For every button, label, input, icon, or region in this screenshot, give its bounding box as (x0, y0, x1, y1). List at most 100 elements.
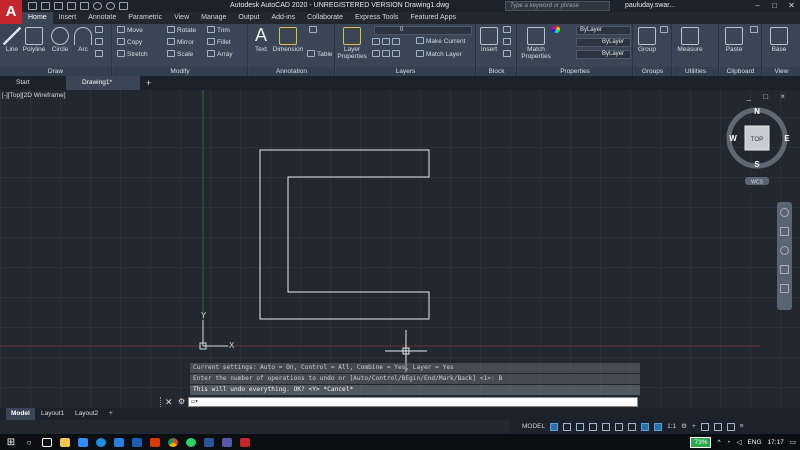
new-tab-button[interactable]: + (140, 76, 151, 90)
fillet-tool[interactable]: Fillet (207, 38, 231, 48)
clock[interactable]: 17:17 (768, 439, 784, 446)
edit-block-tool[interactable] (503, 38, 513, 48)
search-input[interactable]: Type a keyword or phrase (505, 1, 610, 11)
language-indicator[interactable]: ENG (747, 439, 761, 446)
add-layout-button[interactable]: + (104, 408, 118, 420)
object-snap-icon[interactable] (628, 423, 637, 431)
chrome-icon[interactable] (166, 435, 180, 449)
tab-addins[interactable]: Add-ins (265, 12, 301, 24)
customize-command-icon[interactable]: ⚙ (178, 396, 185, 408)
add-icon[interactable]: + (692, 420, 696, 434)
file-tab-drawing1[interactable]: Drawing1* (66, 76, 140, 90)
compass-e[interactable]: E (784, 134, 790, 143)
close-icon[interactable]: ✕ (783, 0, 800, 12)
layer-dropdown[interactable]: 0 (374, 26, 472, 35)
zoom-icon[interactable] (780, 246, 789, 255)
user-account[interactable]: pauluday.swar... (625, 0, 675, 12)
view-panel-title[interactable]: View (763, 67, 800, 76)
ortho-icon[interactable] (576, 423, 585, 431)
wifi-icon[interactable]: ◔ (727, 439, 731, 446)
snap-icon[interactable] (563, 423, 572, 431)
object-snap-tracking-icon[interactable] (615, 423, 624, 431)
open-file-icon[interactable] (41, 2, 50, 10)
group-button[interactable]: Group (636, 24, 658, 54)
layout-tab-model[interactable]: Model (6, 408, 35, 420)
dimension-button[interactable]: Dimension (271, 24, 305, 54)
task-view-icon[interactable] (40, 435, 54, 449)
layer-tools-2[interactable] (372, 50, 402, 60)
drawing-canvas[interactable]: Y X (0, 90, 800, 408)
arc-button[interactable]: Arc (74, 24, 92, 54)
modify-panel-title[interactable]: Modify (113, 67, 247, 76)
base-button[interactable]: Base (767, 24, 791, 54)
tab-output[interactable]: Output (232, 12, 265, 24)
battery-indicator[interactable]: 73% (690, 436, 712, 448)
tab-insert[interactable]: Insert (53, 12, 83, 24)
notification-icon[interactable]: ▭ (790, 438, 796, 446)
compass-w[interactable]: W (729, 134, 737, 143)
rotate-tool[interactable]: Rotate (167, 26, 196, 36)
file-tab-start[interactable]: Start (0, 76, 68, 90)
compass-s[interactable]: S (754, 160, 760, 169)
tray-expand-icon[interactable]: ^ (717, 439, 720, 446)
explorer-icon[interactable] (58, 435, 72, 449)
measure-button[interactable]: Measure (675, 24, 705, 54)
mail-icon[interactable] (112, 435, 126, 449)
office-icon[interactable] (148, 435, 162, 449)
plot-icon[interactable] (80, 2, 89, 10)
polar-icon[interactable] (589, 423, 598, 431)
autocad-logo[interactable]: A (0, 0, 22, 26)
ungroup-tool[interactable] (660, 26, 670, 36)
teams-icon[interactable] (220, 435, 234, 449)
new-file-icon[interactable] (28, 2, 37, 10)
photos-icon[interactable] (130, 435, 144, 449)
store-icon[interactable] (76, 435, 90, 449)
hatch-tool[interactable] (95, 38, 105, 48)
navigation-bar[interactable] (777, 202, 792, 310)
minimize-icon[interactable]: – (749, 0, 766, 12)
auto-scale-icon[interactable] (654, 423, 663, 431)
undo-icon[interactable] (93, 2, 102, 10)
layer-properties-button[interactable]: Layer Properties (337, 24, 367, 60)
isodraft-icon[interactable] (602, 423, 611, 431)
command-input[interactable]: ▭▾ (188, 397, 638, 407)
viewport-controls-label[interactable]: [-][Top][2D Wireframe] (2, 92, 66, 99)
block-panel-title[interactable]: Block (477, 67, 516, 76)
grid-icon[interactable] (550, 423, 559, 431)
command-prompt-icon[interactable]: ▭▾ (191, 398, 198, 405)
volume-icon[interactable]: ◁ (736, 438, 741, 446)
text-button[interactable]: A Text (251, 24, 271, 54)
trim-tool[interactable]: Trim (207, 26, 230, 36)
copy-clip-tool[interactable] (750, 26, 760, 36)
make-current-tool[interactable]: Make Current (416, 37, 465, 47)
orbit-icon[interactable] (780, 265, 789, 274)
layout-tab-layout1[interactable]: Layout1 (36, 408, 69, 420)
save-icon[interactable] (54, 2, 63, 10)
linetype-dropdown[interactable]: ByLayer (576, 50, 631, 59)
taskbar-search-icon[interactable]: ○ (22, 435, 36, 449)
tab-featured-apps[interactable]: Featured Apps (404, 12, 462, 24)
groups-panel-title[interactable]: Groups (634, 67, 671, 76)
leader-tool[interactable] (309, 26, 319, 36)
annotation-scale[interactable]: 1:1 (667, 420, 676, 434)
autocad-taskbar-icon[interactable] (238, 435, 252, 449)
isolate-objects-icon[interactable] (700, 423, 709, 431)
customization-icon[interactable]: ≡ (740, 420, 744, 434)
copy-tool[interactable]: Copy (117, 38, 142, 48)
pan-icon[interactable] (780, 227, 789, 236)
circle-button[interactable]: Circle (50, 24, 70, 54)
tab-manage[interactable]: Manage (195, 12, 232, 24)
tab-collaborate[interactable]: Collaborate (301, 12, 349, 24)
tab-annotate[interactable]: Annotate (82, 12, 122, 24)
move-tool[interactable]: Move (117, 26, 143, 36)
table-tool[interactable]: Table (307, 50, 333, 60)
save-as-icon[interactable] (67, 2, 76, 10)
scale-tool[interactable]: Scale (167, 50, 193, 60)
maximize-icon[interactable]: □ (766, 0, 783, 12)
lineweight-dropdown[interactable]: ByLayer (576, 38, 631, 47)
c-shape-polyline[interactable] (259, 149, 430, 320)
viewport-window-controls[interactable]: _ □ × (747, 92, 790, 101)
layers-panel-title[interactable]: Layers (336, 67, 475, 76)
attribute-tool[interactable] (503, 50, 513, 60)
hardware-accel-icon[interactable] (713, 423, 722, 431)
